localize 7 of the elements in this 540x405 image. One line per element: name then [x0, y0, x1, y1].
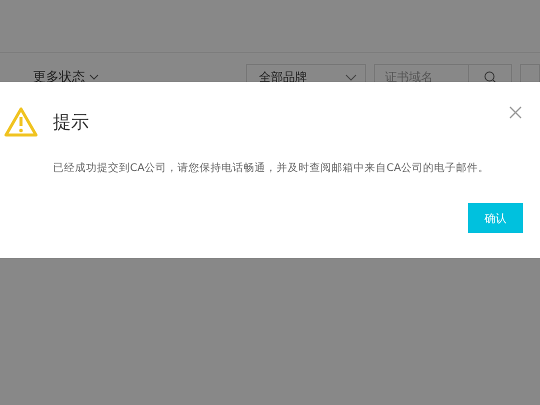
- dialog-message: 已经成功提交到CA公司，请您保持电话畅通，并及时查阅邮箱中来自CA公司的电子邮件。: [53, 161, 490, 175]
- chevron-icon: [345, 74, 358, 80]
- search-icon: [484, 70, 497, 84]
- warning-icon: [4, 107, 38, 137]
- chevron-icon: [89, 74, 99, 80]
- dialog-title: 提示: [53, 110, 89, 134]
- close-icon[interactable]: [509, 106, 522, 119]
